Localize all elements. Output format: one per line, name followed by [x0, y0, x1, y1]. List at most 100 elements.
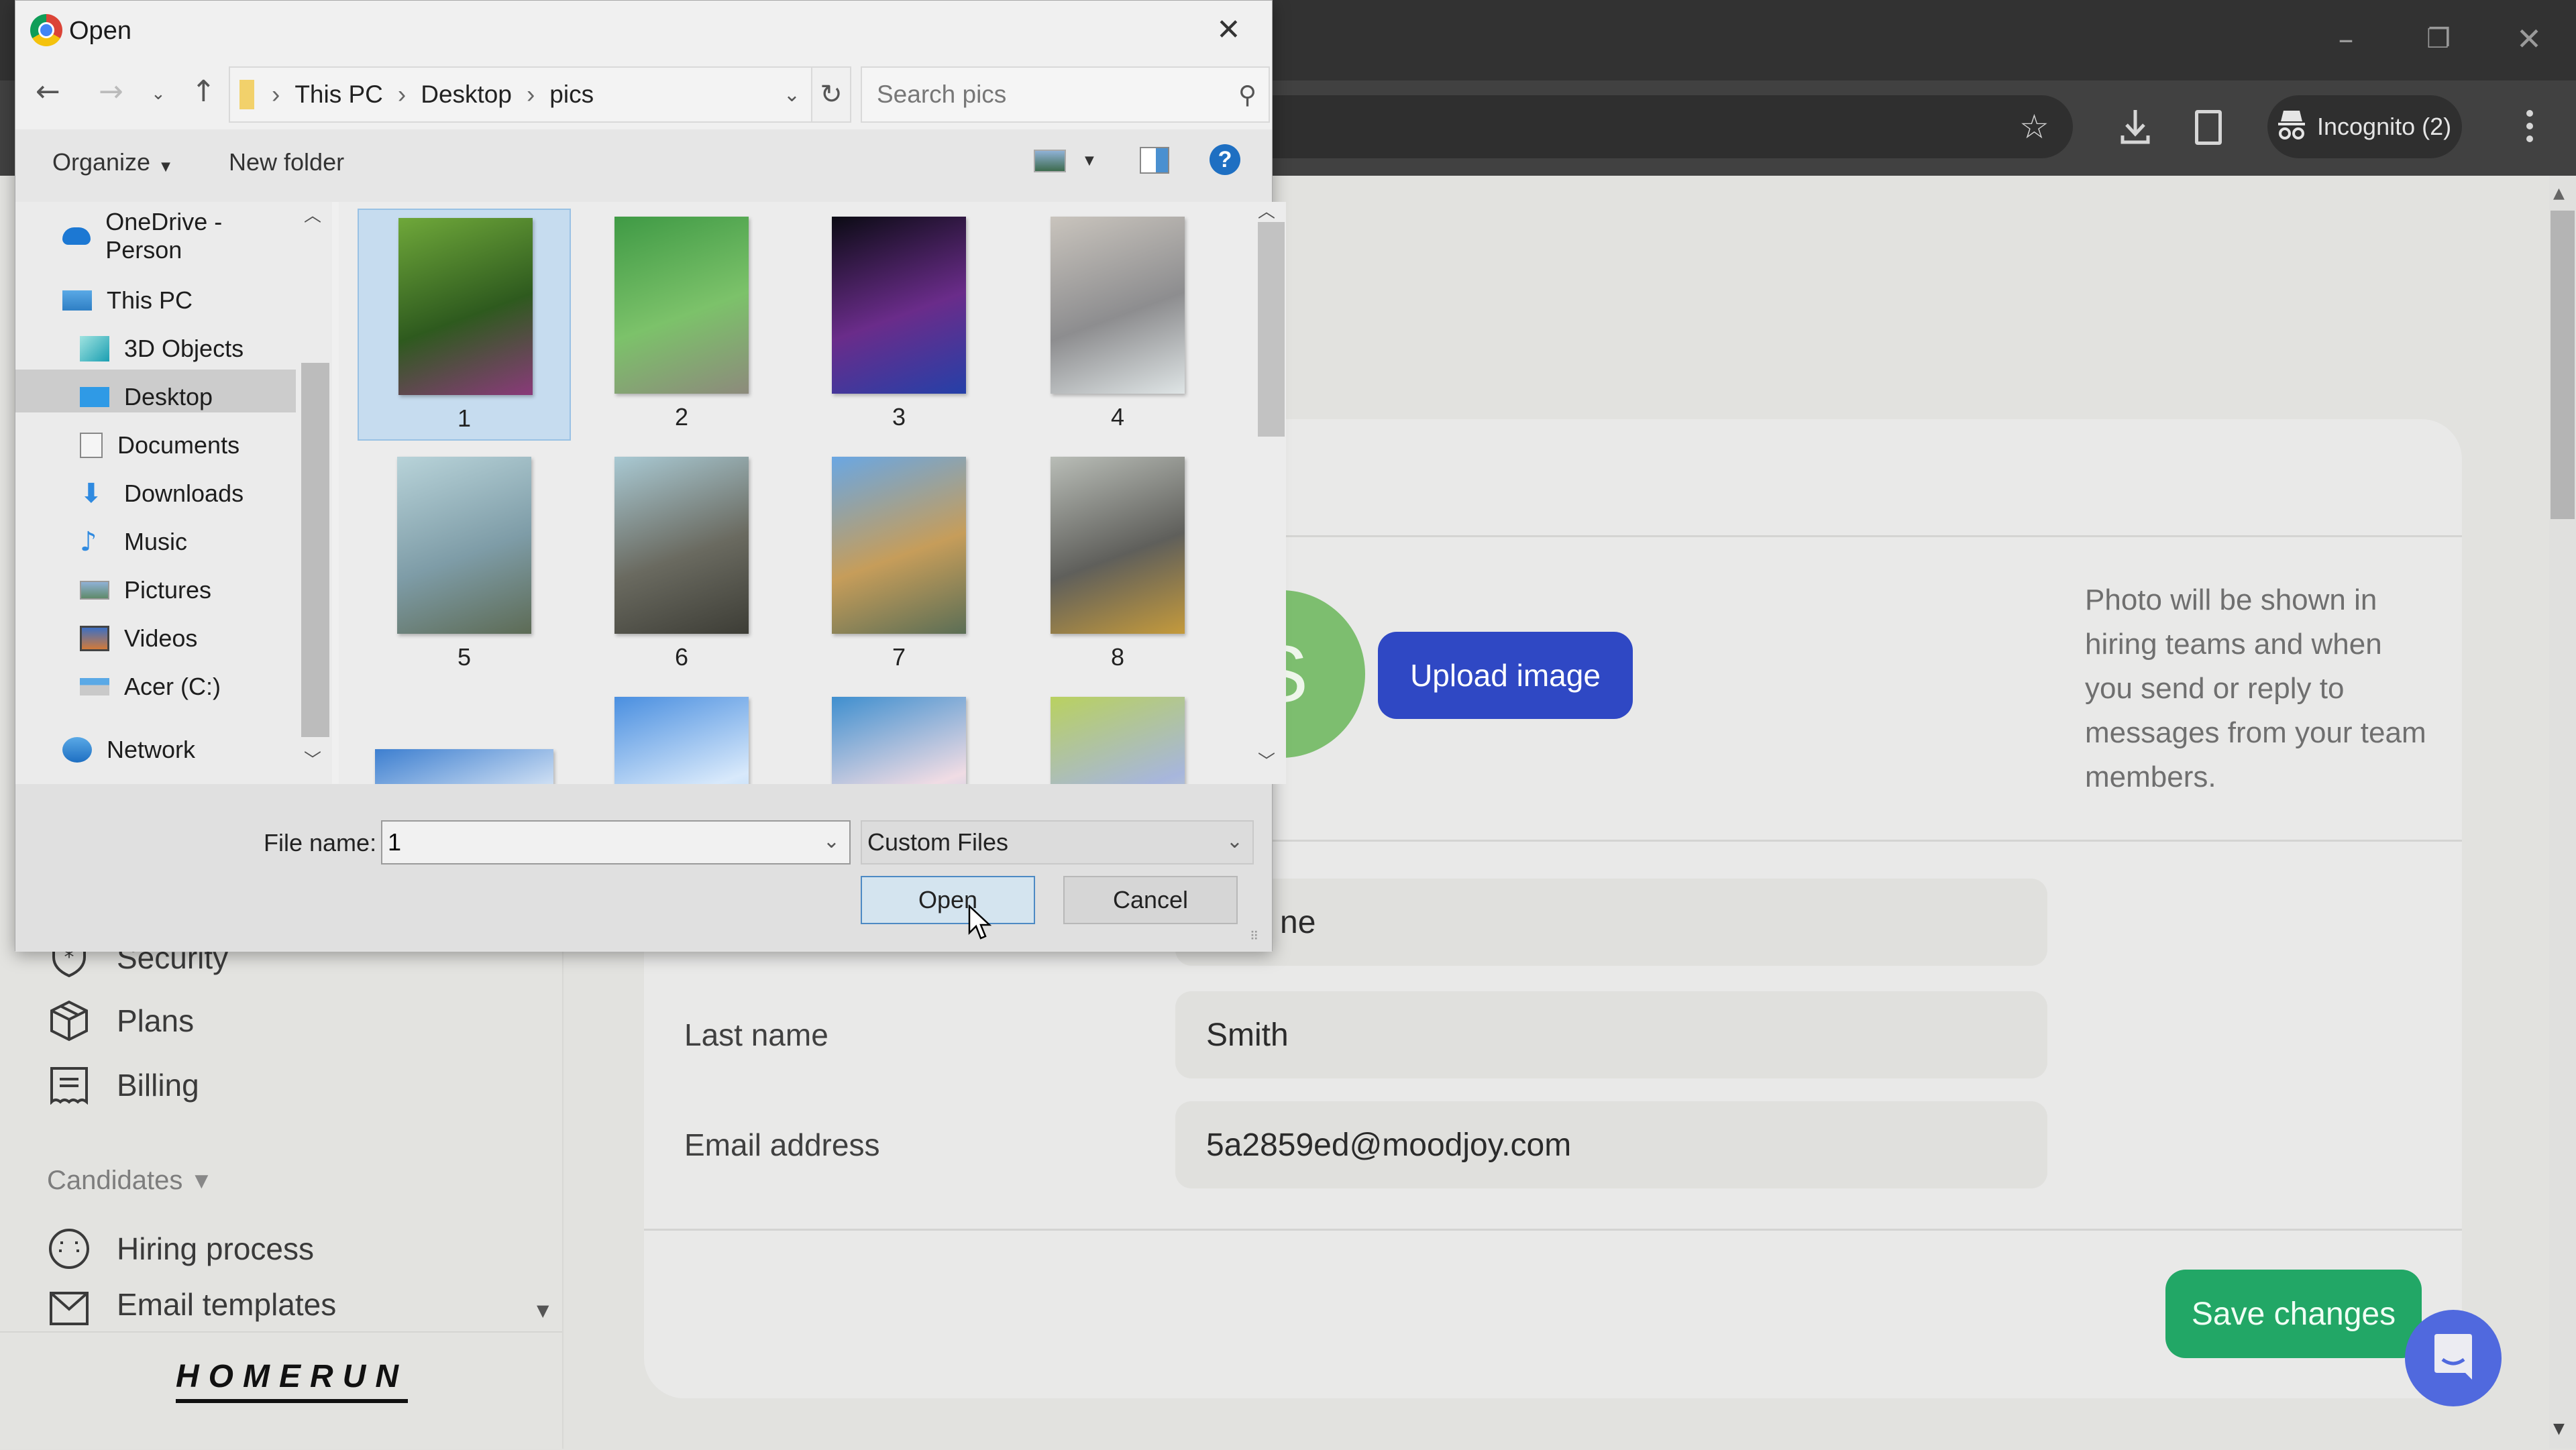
tree-item-acer-c[interactable]: Acer (C:): [80, 665, 221, 709]
dialog-address-bar[interactable]: › This PC › Desktop › pics ⌄: [229, 66, 812, 123]
cancel-button[interactable]: Cancel: [1063, 876, 1238, 924]
navigation-pane-scrollbar-thumb[interactable]: [301, 363, 329, 737]
browser-menu-icon[interactable]: [2526, 110, 2534, 142]
chat-support-button[interactable]: [2405, 1310, 2502, 1406]
tree-item-music[interactable]: ♪ Music: [80, 520, 187, 564]
mouse-cursor-icon: [968, 904, 992, 944]
help-icon[interactable]: ?: [1210, 144, 1240, 175]
caret-down-icon: ▼: [195, 1170, 209, 1191]
bookmark-star-icon[interactable]: ☆: [2019, 107, 2049, 146]
tree-item-onedrive-person[interactable]: OneDrive - Person: [62, 208, 297, 264]
email-value: 5a2859ed@moodjoy.com: [1206, 1127, 1572, 1163]
email-input[interactable]: 5a2859ed@moodjoy.com: [1175, 1101, 2047, 1188]
recent-locations-chevron-icon[interactable]: ⌄: [151, 84, 166, 104]
files-scroll-up-icon[interactable]: ︿: [1258, 198, 1275, 223]
back-arrow-icon[interactable]: ←: [36, 74, 60, 109]
tree-item-videos[interactable]: Videos: [80, 616, 197, 661]
sidebar-item-hiring-process[interactable]: Hiring process: [48, 1222, 314, 1276]
last-name-input[interactable]: Smith: [1175, 991, 2047, 1078]
tree-item-pictures[interactable]: Pictures: [80, 568, 211, 612]
tree-item-desktop[interactable]: Desktop: [80, 375, 213, 419]
breadcrumb-pics[interactable]: pics: [549, 80, 594, 109]
image-thumbnail: [614, 697, 749, 784]
file-item[interactable]: 8: [1011, 449, 1224, 681]
resize-grip-icon[interactable]: ⠿: [1250, 930, 1258, 944]
organize-label: Organize: [52, 148, 151, 176]
tree-item-this-pc[interactable]: This PC: [62, 278, 193, 323]
dialog-close-button[interactable]: ✕: [1216, 13, 1241, 47]
up-arrow-icon[interactable]: ↑: [191, 74, 216, 109]
tree-item-label: Network: [107, 736, 196, 763]
pictures-icon: [80, 581, 109, 600]
file-item[interactable]: 3: [792, 209, 1006, 441]
breadcrumb-this-pc[interactable]: This PC: [294, 80, 383, 109]
file-item[interactable]: [575, 689, 788, 784]
scroll-down-icon[interactable]: ▼: [2553, 1420, 2565, 1437]
image-thumbnail: [1051, 457, 1185, 634]
forward-arrow-icon[interactable]: →: [99, 74, 123, 109]
file-name-dropdown-chevron-icon[interactable]: ⌄: [823, 830, 840, 853]
incognito-indicator[interactable]: Incognito (2): [2267, 95, 2462, 158]
download-icon[interactable]: [2120, 107, 2151, 146]
tree-item-label: Downloads: [124, 480, 244, 507]
page-scrollbar-thumb[interactable]: [2551, 211, 2575, 519]
new-folder-button[interactable]: New folder: [229, 148, 344, 176]
file-item[interactable]: 7: [792, 449, 1006, 681]
view-options-caret-icon[interactable]: ▼: [1085, 154, 1094, 168]
image-thumbnail: [398, 218, 533, 395]
files-scroll-down-icon[interactable]: ﹀: [1258, 748, 1275, 773]
file-name-input[interactable]: 1 ⌄: [381, 820, 851, 865]
image-thumbnail: [1051, 217, 1185, 394]
homerun-logo[interactable]: HOMERUN: [176, 1358, 408, 1403]
first-name-input[interactable]: ne: [1175, 879, 2047, 966]
file-item[interactable]: 6: [575, 449, 788, 681]
breadcrumb-separator-icon: ›: [526, 80, 535, 108]
tree-item-3d-objects[interactable]: 3D Objects: [80, 327, 244, 371]
tree-item-documents[interactable]: Documents: [80, 423, 239, 467]
computer-icon: [62, 290, 92, 311]
nav-scroll-up-icon[interactable]: ︿: [304, 202, 321, 227]
refresh-button[interactable]: ↻: [811, 66, 851, 123]
search-pics-input[interactable]: Search pics ⚲: [861, 66, 1270, 123]
breadcrumb-desktop[interactable]: Desktop: [421, 80, 512, 109]
close-window-button[interactable]: ✕: [2506, 19, 2553, 59]
sidebar-item-billing[interactable]: Billing: [48, 1058, 199, 1112]
nav-scroll-down-icon[interactable]: ﹀: [304, 746, 321, 771]
image-thumbnail: [832, 457, 966, 634]
address-dropdown-chevron-icon[interactable]: ⌄: [784, 83, 800, 107]
image-thumbnail: [614, 457, 749, 634]
restore-window-button[interactable]: ❐: [2415, 19, 2462, 59]
file-item[interactable]: 5: [358, 449, 571, 681]
sidebar-item-label: Email templates: [117, 1287, 337, 1322]
files-scrollbar-thumb[interactable]: [1258, 222, 1285, 437]
candidates-section-toggle[interactable]: Candidates ▼: [47, 1166, 208, 1196]
documents-icon: [80, 433, 103, 458]
side-panel-icon[interactable]: [2195, 110, 2222, 145]
sidebar-item-email-templates[interactable]: Email templates: [48, 1286, 336, 1331]
change-view-icon[interactable]: [1034, 150, 1066, 172]
file-type-select[interactable]: Custom Files ⌄: [861, 820, 1254, 865]
upload-image-button[interactable]: Upload image: [1378, 632, 1633, 719]
open-button[interactable]: Open: [861, 876, 1035, 924]
organize-menu-button[interactable]: Organize ▼: [52, 148, 170, 176]
file-item[interactable]: 2: [575, 209, 788, 441]
save-changes-button[interactable]: Save changes: [2165, 1270, 2422, 1358]
sidebar-item-plans[interactable]: Plans: [48, 994, 194, 1048]
file-item[interactable]: 1: [358, 209, 571, 441]
file-item[interactable]: [1011, 689, 1224, 784]
file-name-value: 1: [388, 828, 402, 856]
tree-item-label: Documents: [117, 431, 240, 459]
sidebar-scroll-down-icon[interactable]: ▼: [537, 1301, 549, 1320]
minimize-window-button[interactable]: –: [2322, 19, 2369, 59]
tree-item-network[interactable]: Network: [62, 728, 195, 772]
file-name-label: File name:: [264, 829, 377, 856]
file-item[interactable]: 4: [1011, 209, 1224, 441]
file-item[interactable]: [792, 689, 1006, 784]
tree-item-downloads[interactable]: ⬇ Downloads: [80, 471, 244, 516]
tree-item-label: Desktop: [124, 383, 213, 410]
preview-pane-icon[interactable]: [1140, 147, 1169, 174]
scroll-up-icon[interactable]: ▲: [2553, 185, 2565, 202]
file-item[interactable]: [358, 689, 571, 784]
videos-icon: [80, 626, 109, 651]
files-view: 1 2 3 4 5 6 7 8: [339, 202, 1254, 784]
